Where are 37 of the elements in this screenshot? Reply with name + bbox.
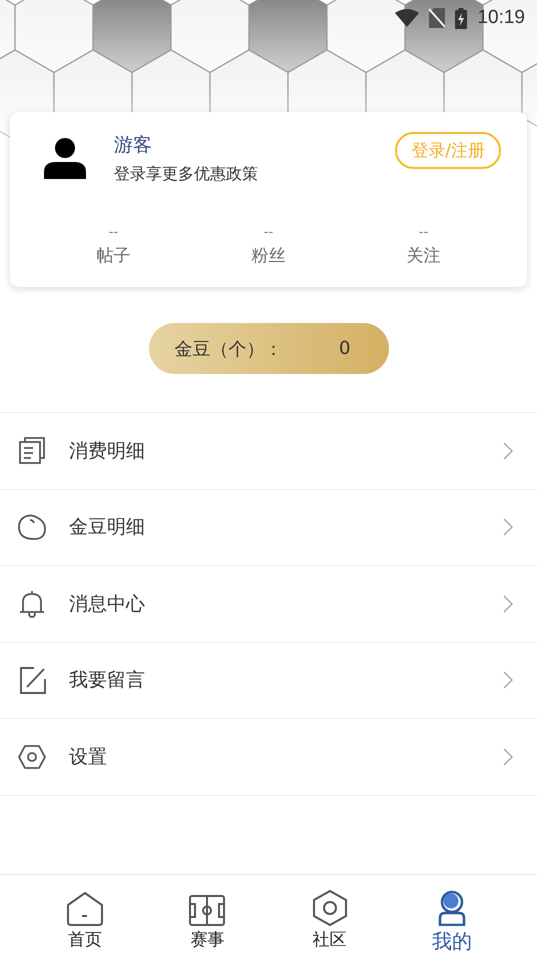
menu-item[interactable]: 消息中心 xyxy=(69,590,503,617)
clock-time: 10:19 xyxy=(477,7,525,29)
hexagon-icon xyxy=(312,890,347,926)
stat-label[interactable]: 粉丝 xyxy=(252,244,286,267)
wifi-icon xyxy=(395,9,420,27)
settings-icon xyxy=(18,744,46,770)
tab[interactable]: 我的 xyxy=(432,928,472,955)
stat-value: -- xyxy=(264,225,274,240)
tab[interactable]: 首页 xyxy=(68,928,102,951)
home-icon xyxy=(67,892,104,926)
menu-item[interactable]: 消费明细 xyxy=(69,438,503,464)
edit-icon xyxy=(18,666,46,694)
stat-label[interactable]: 关注 xyxy=(406,244,440,267)
user-name: 游客 xyxy=(114,133,153,158)
battery-charging-icon xyxy=(455,8,468,28)
tab[interactable]: 赛事 xyxy=(190,928,224,951)
tab[interactable]: 社区 xyxy=(312,928,347,951)
chevron-right-icon xyxy=(503,518,513,536)
user-avatar-icon xyxy=(44,138,86,179)
stat-value: -- xyxy=(108,225,118,240)
bell-icon xyxy=(19,590,45,618)
document-icon xyxy=(19,437,45,464)
menu-item[interactable]: 设置 xyxy=(69,744,503,770)
no-sim-icon xyxy=(429,8,446,28)
bean-count: 0 xyxy=(339,338,350,359)
login-promo-text: 登录享更多优惠政策 xyxy=(114,164,259,185)
chevron-right-icon xyxy=(503,442,513,460)
stat-label[interactable]: 帖子 xyxy=(96,244,130,267)
bean-balance-label: 金豆（个）： xyxy=(174,338,282,360)
menu-item[interactable]: 金豆明细 xyxy=(69,514,503,540)
chevron-right-icon xyxy=(503,671,513,690)
chevron-right-icon xyxy=(503,594,513,613)
menu-item[interactable]: 我要留言 xyxy=(69,667,503,694)
chevron-right-icon xyxy=(503,748,513,766)
bean-icon xyxy=(18,514,46,540)
stat-value: -- xyxy=(418,225,428,240)
field-icon xyxy=(189,895,226,926)
